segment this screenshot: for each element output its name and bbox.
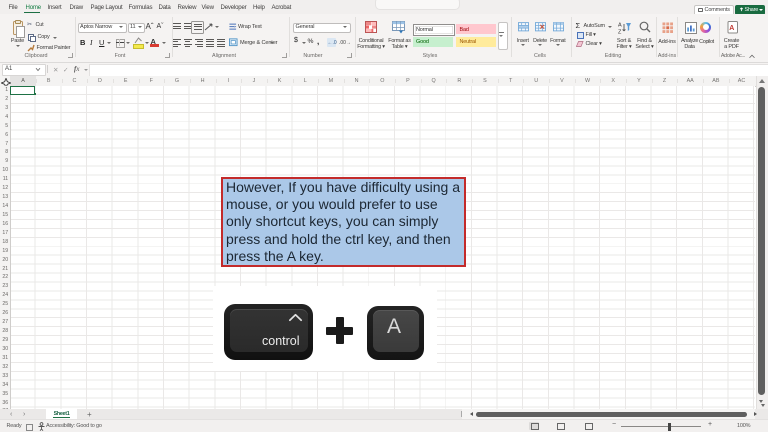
svg-text:A: A — [729, 25, 734, 32]
svg-text:Z: Z — [618, 30, 622, 35]
svg-text:A: A — [618, 23, 622, 29]
